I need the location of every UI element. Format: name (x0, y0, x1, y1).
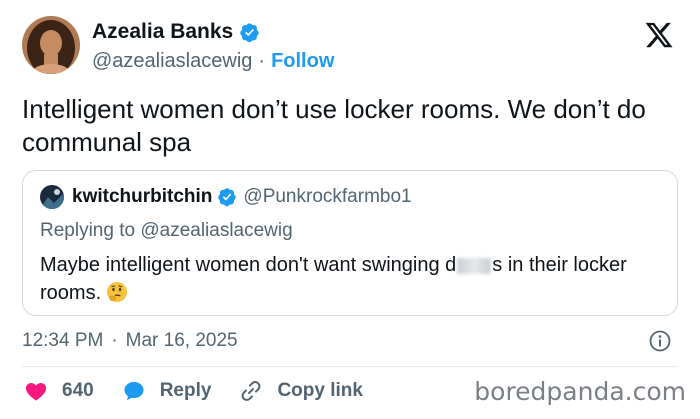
quoted-tweet[interactable]: kwitchurbitchin @Punkrockfarmbo1 Replyin… (22, 170, 678, 316)
copy-link-label: Copy link (277, 380, 363, 401)
reply-bubble-icon (124, 382, 144, 401)
action-bar: 640 Reply Copy link (24, 376, 391, 406)
author-handle[interactable]: @azealiaslacewig (92, 50, 252, 73)
tweet-text: Intelligent women don’t use locker rooms… (22, 94, 646, 157)
tweet-time[interactable]: 12:34 PM (22, 330, 103, 352)
replying-to: Replying to @azealiaslacewig (40, 220, 293, 241)
quoted-text: Maybe intelligent women don't want swing… (40, 251, 660, 307)
quoted-verified-badge-icon (218, 188, 237, 207)
handle-separator: · (258, 50, 266, 72)
link-icon (242, 381, 261, 401)
tweet-meta: 12:34 PM · Mar 16, 2025 (22, 328, 678, 354)
author-avatar[interactable] (22, 16, 80, 74)
like-count: 640 (62, 380, 94, 401)
quoted-display-name[interactable]: kwitchurbitchin (72, 186, 212, 208)
divider (22, 366, 678, 367)
reply-label: Reply (159, 380, 212, 401)
follow-button[interactable]: Follow (271, 50, 334, 73)
censored-word (457, 257, 492, 274)
reply-button[interactable]: Reply (122, 379, 212, 403)
quoted-author-avatar[interactable] (40, 185, 64, 209)
author-info: Azealia Banks @azealiaslacewig · Follow (92, 20, 334, 73)
info-icon[interactable] (648, 329, 672, 353)
thinking-emoji-icon (107, 282, 128, 302)
heart-icon (26, 383, 46, 401)
copy-link-button[interactable]: Copy link (239, 379, 363, 403)
author-display-name[interactable]: Azealia Banks (92, 20, 233, 44)
tweet-date[interactable]: Mar 16, 2025 (126, 330, 238, 352)
tweet-card: Azealia Banks @azealiaslacewig · Follow … (0, 0, 700, 419)
quoted-handle[interactable]: @Punkrockfarmbo1 (243, 186, 411, 208)
tweet-header: Azealia Banks @azealiaslacewig · Follow (22, 14, 678, 78)
quoted-text-start: Maybe intelligent women don't want swing… (40, 254, 457, 276)
watermark: boredpanda.com (474, 377, 686, 406)
verified-badge-icon (240, 22, 259, 42)
x-logo-icon[interactable] (644, 20, 674, 50)
like-button[interactable]: 640 (24, 379, 94, 403)
meta-separator: · (111, 330, 118, 351)
